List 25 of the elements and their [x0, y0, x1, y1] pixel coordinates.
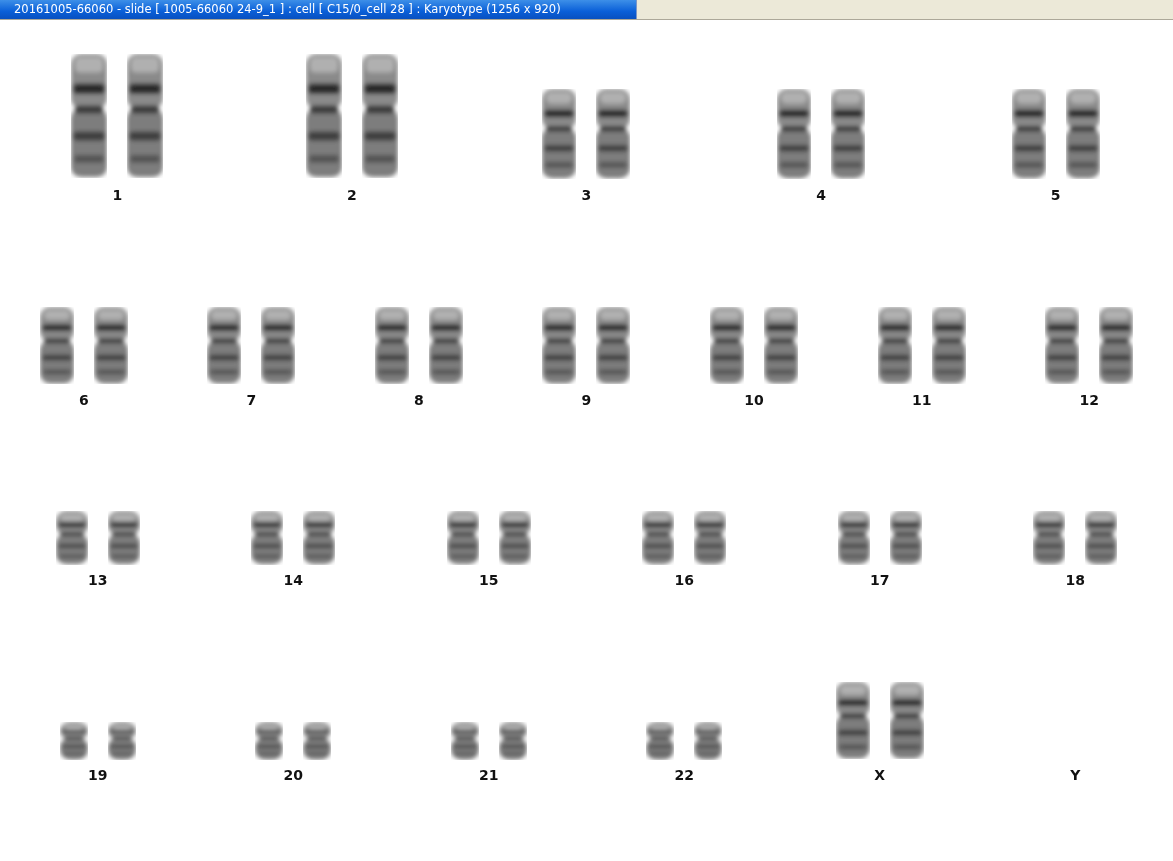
chromosome-number: 10: [744, 392, 764, 409]
chromosome-number: 19: [88, 767, 108, 784]
chromosome-number: 1: [112, 187, 123, 204]
window-title: 20161005-66060 - slide [ 1005-66060 24-9_1 ] : cell [ C15/0_cell 28 ] : Karyotype (1256 x 920): [0, 0, 637, 19]
chromosome-number: 7: [246, 392, 257, 409]
chromosome-number: 20: [283, 767, 303, 784]
chromosome-number: 13: [88, 572, 108, 589]
chromosome-number: 4: [816, 187, 826, 204]
chromosome-number: 21: [479, 767, 499, 784]
chromosome-number: 3: [581, 187, 592, 204]
chromosome-number: 12: [1079, 392, 1099, 409]
chromosome-number: 17: [870, 572, 890, 589]
chromosome-number: 15: [479, 572, 499, 589]
chromosome-number: 18: [1065, 572, 1085, 589]
chromosome-number: 9: [581, 392, 592, 409]
chromosome-number: 6: [78, 392, 89, 409]
chromosome-number: 22: [674, 767, 694, 784]
chromosome-number: 14: [283, 572, 303, 589]
chromosome-number: 16: [674, 572, 694, 589]
chromosome-number: 2: [347, 187, 357, 204]
chromosome-number: 8: [414, 392, 424, 409]
chromosome-number: Y: [1070, 767, 1081, 784]
chromosome-number: X: [874, 767, 886, 784]
chromosome-number: 5: [1050, 187, 1061, 204]
chromosome-number: 11: [911, 392, 932, 409]
